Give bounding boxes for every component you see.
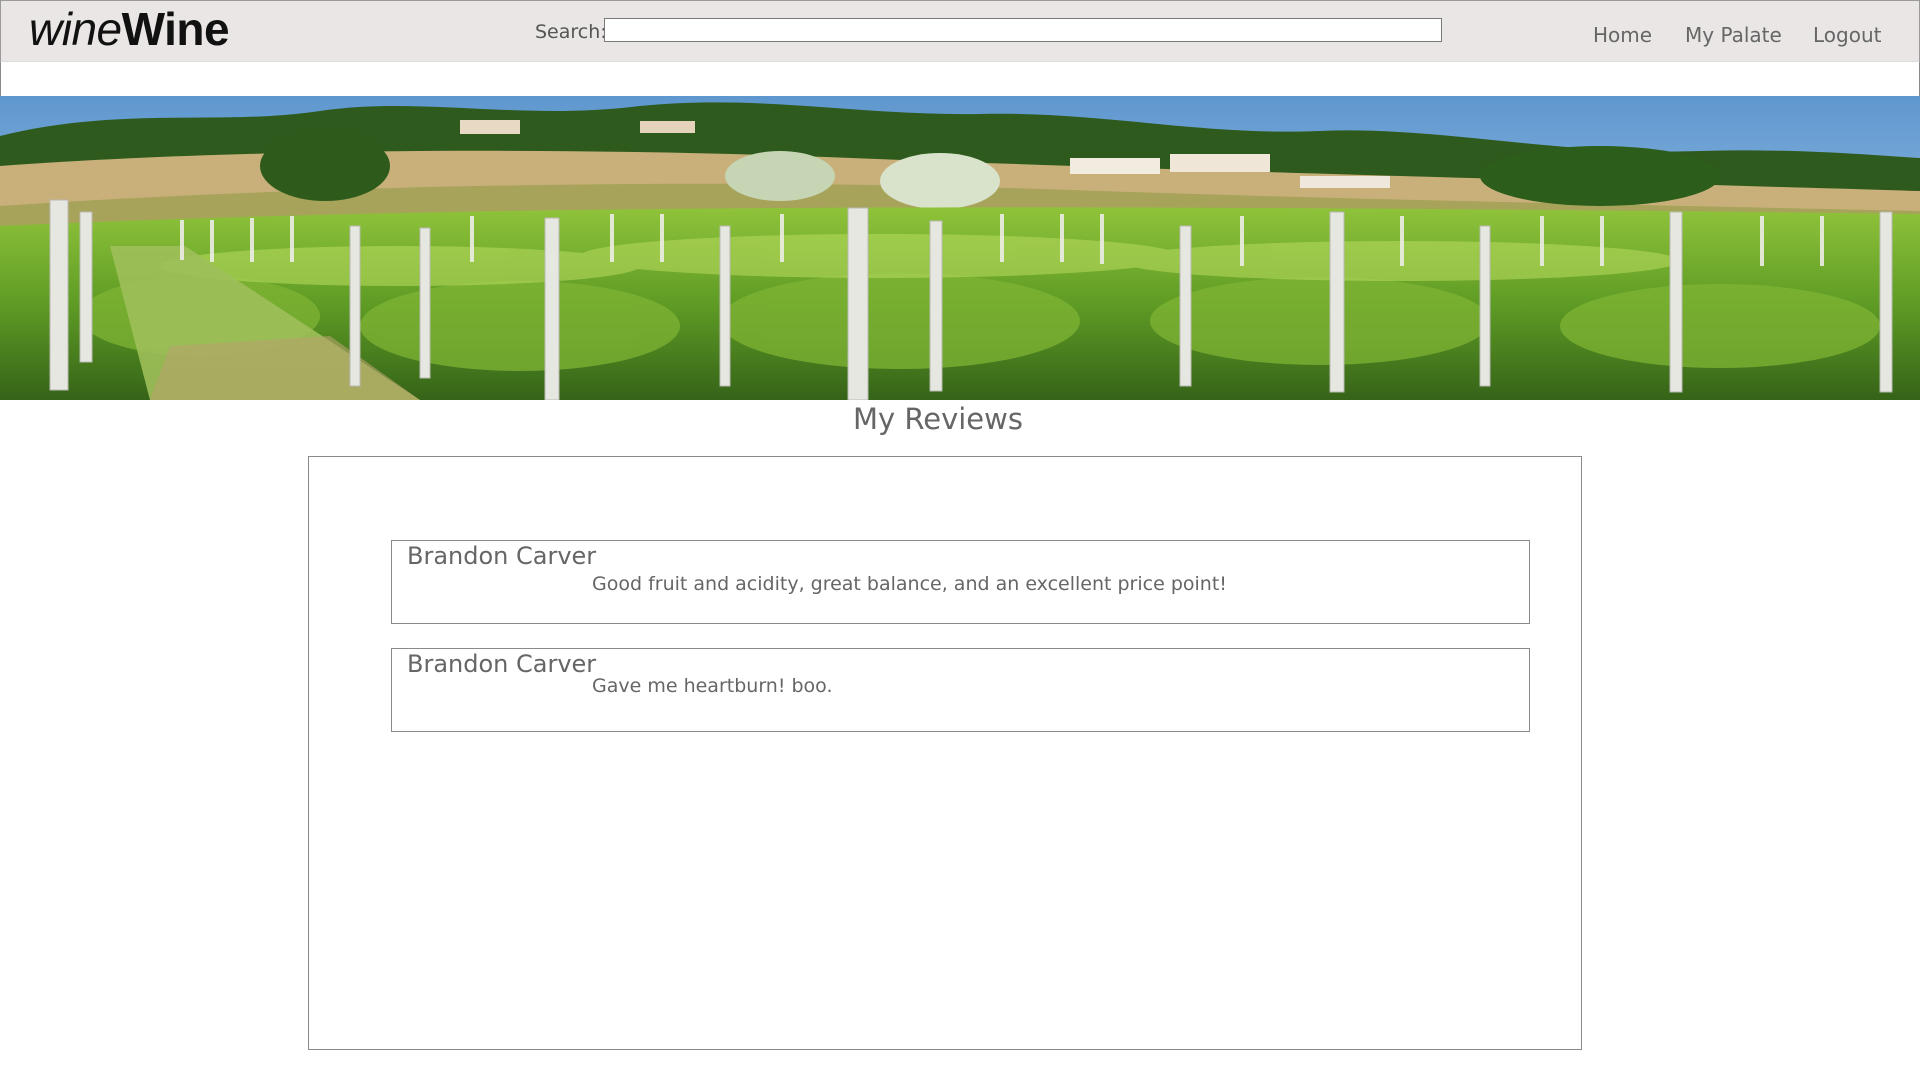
logo-bold-text: Wine	[121, 3, 230, 55]
secondary-bar	[0, 61, 1920, 97]
logo-light-text: wine	[29, 3, 122, 55]
review-text: Good fruit and acidity, great balance, a…	[592, 573, 1227, 595]
reviews-container: Brandon Carver Good fruit and acidity, g…	[308, 456, 1582, 1050]
review-card: Brandon Carver Gave me heartburn! boo.	[391, 648, 1530, 732]
top-navigation-bar: wineWine Search: Home My Palate Logout	[0, 0, 1920, 61]
review-author[interactable]: Brandon Carver	[407, 650, 596, 678]
review-card: Brandon Carver Good fruit and acidity, g…	[391, 540, 1530, 624]
nav-link-logout[interactable]: Logout	[1813, 23, 1881, 47]
search-input[interactable]	[604, 18, 1442, 42]
nav-link-my-palate[interactable]: My Palate	[1685, 23, 1782, 47]
review-author[interactable]: Brandon Carver	[407, 542, 596, 570]
site-logo[interactable]: wineWine	[29, 3, 230, 55]
search-label: Search:	[535, 21, 607, 43]
nav-link-home[interactable]: Home	[1593, 23, 1652, 47]
review-text: Gave me heartburn! boo.	[592, 675, 833, 697]
vineyard-banner-image	[0, 96, 1920, 400]
page-title: My Reviews	[853, 402, 1023, 436]
